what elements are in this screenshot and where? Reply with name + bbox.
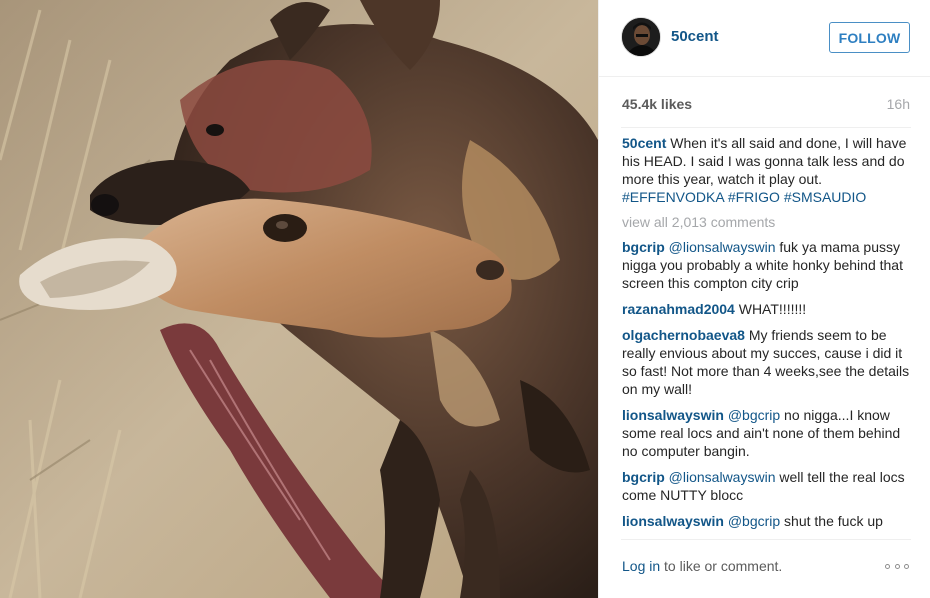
comment-item: olgachernobaeva8 My friends seem to be r… xyxy=(622,326,912,398)
divider xyxy=(621,127,911,128)
dot xyxy=(885,563,890,569)
comment-username[interactable]: lionsalwayswin xyxy=(622,513,724,529)
likes-row: 45.4k likes 16h xyxy=(622,96,910,116)
hashtag-link[interactable]: #FRIGO xyxy=(728,189,780,205)
comment-username[interactable]: bgcrip xyxy=(622,469,665,485)
login-suffix: to like or comment. xyxy=(660,558,783,574)
comment-username[interactable]: lionsalwayswin xyxy=(622,407,724,423)
ellipsis-icon[interactable] xyxy=(883,554,911,578)
post-footer: Log in to like or comment. xyxy=(621,539,911,598)
avatar[interactable] xyxy=(621,17,661,57)
caption-username[interactable]: 50cent xyxy=(622,135,666,151)
caption: 50cent When it's all said and done, I wi… xyxy=(622,134,912,206)
post-timestamp[interactable]: 16h xyxy=(887,96,910,112)
follow-button[interactable]: FOLLOW xyxy=(829,22,910,53)
comment-username[interactable]: olgachernobaeva8 xyxy=(622,327,745,343)
comment-mention[interactable]: @lionsalwayswin xyxy=(669,469,776,485)
hashtag-link[interactable]: #SMSAUDIO xyxy=(784,189,866,205)
username-link[interactable]: 50cent xyxy=(671,28,719,45)
likes-count[interactable]: 45.4k likes xyxy=(622,96,692,112)
login-prompt: Log in to like or comment. xyxy=(622,558,782,574)
photo-illustration xyxy=(0,0,598,598)
comment-item: lionsalwayswin @bgcrip no nigga...I know… xyxy=(622,406,912,460)
comment-mention[interactable]: @bgcrip xyxy=(728,407,780,423)
post-photo[interactable] xyxy=(0,0,598,598)
view-all-comments-link[interactable]: view all 2,013 comments xyxy=(622,213,912,231)
post-header: 50cent FOLLOW xyxy=(599,0,930,77)
comment-item: razanahmad2004 WHAT!!!!!!! xyxy=(622,300,912,318)
post-sidebar: 50cent FOLLOW 45.4k likes 16h 50cent Whe… xyxy=(598,0,930,598)
dot xyxy=(894,563,900,569)
comment-item: bgcrip @lionsalwayswin fuk ya mama pussy… xyxy=(622,238,912,292)
comment-username[interactable]: razanahmad2004 xyxy=(622,301,735,317)
login-link[interactable]: Log in xyxy=(622,558,660,574)
comment-item: bgcrip @lionsalwayswin well tell the rea… xyxy=(622,468,912,504)
comments-list[interactable]: 50cent When it's all said and done, I wi… xyxy=(622,134,912,529)
comment-text: WHAT!!!!!!! xyxy=(734,301,807,317)
comment-mention[interactable]: @lionsalwayswin xyxy=(669,239,776,255)
comment-mention[interactable]: @bgcrip xyxy=(728,513,780,529)
comment-username[interactable]: bgcrip xyxy=(622,239,665,255)
dot xyxy=(904,563,909,569)
comment-item: lionsalwayswin @bgcrip shut the fuck up … xyxy=(622,512,912,529)
hashtag-link[interactable]: #EFFENVODKA xyxy=(622,189,724,205)
avatar-image xyxy=(622,18,660,56)
